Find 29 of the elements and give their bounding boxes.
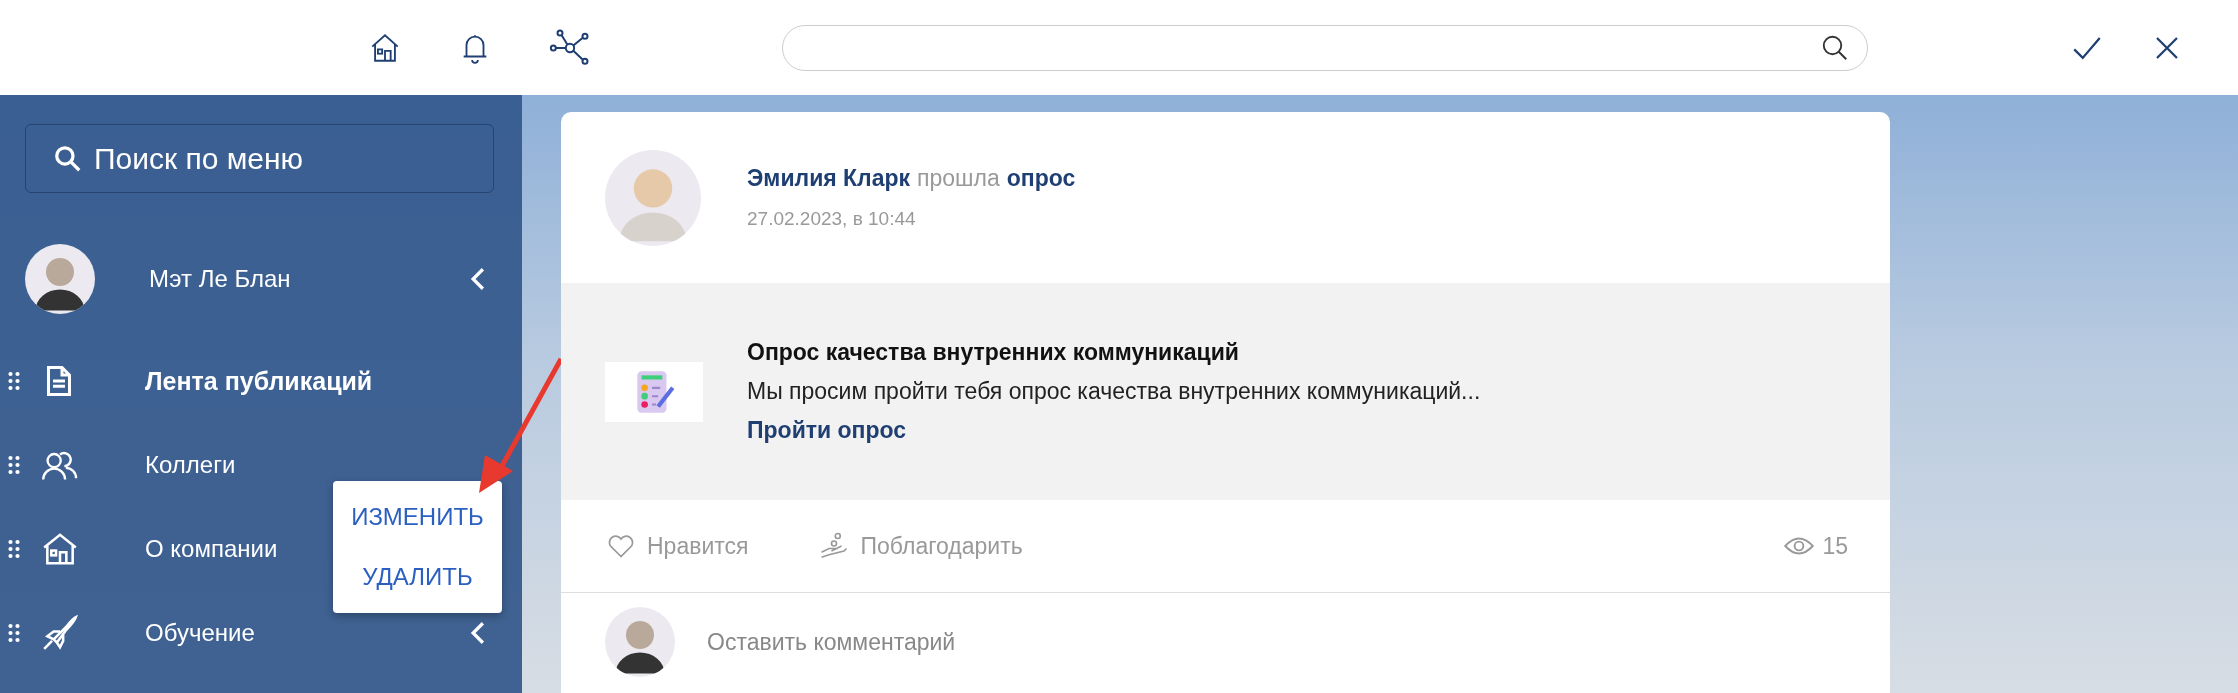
menu-item[interactable]: Обучение [145, 619, 255, 647]
eye-icon [1784, 535, 1815, 557]
author-link[interactable]: Эмилия Кларк [747, 165, 911, 192]
chevron-left-icon[interactable] [469, 266, 487, 292]
drag-handle-icon[interactable] [7, 454, 21, 476]
take-survey-link[interactable]: Пройти опрос [747, 417, 1481, 444]
survey-icon [605, 361, 703, 422]
rocket-icon [41, 614, 79, 652]
hand-icon [818, 532, 849, 560]
menu-item[interactable]: Лента публикаций [145, 366, 373, 396]
menu-item[interactable]: О компании [145, 535, 278, 563]
view-count: 15 [1822, 532, 1848, 560]
profile-name[interactable]: Мэт Ле Блан [149, 265, 291, 293]
survey-title: Опрос качества внутренних коммуникаций [747, 339, 1240, 366]
drag-handle-icon[interactable] [7, 370, 21, 392]
chevron-left-icon[interactable] [469, 620, 487, 646]
context-menu-item[interactable]: ИЗМЕНИТЬ [333, 487, 502, 547]
drag-handle-icon[interactable] [7, 538, 21, 560]
drag-handle-icon[interactable] [7, 622, 21, 644]
menu-item[interactable]: Коллеги [145, 451, 236, 479]
context-menu-item[interactable]: УДАЛИТЬ [333, 547, 502, 607]
survey-description: Мы просим пройти тебя опрос качества внутренних коммуникаций... [747, 378, 1481, 405]
search-field[interactable] [782, 24, 1868, 71]
survey-link[interactable]: опрос [1006, 165, 1076, 192]
action-text: прошла [917, 165, 1000, 192]
post-date: 27.02.2023, в 10:44 [747, 208, 917, 230]
menu-search-field[interactable]: Поиск по меню [25, 124, 494, 193]
heart-icon [607, 533, 635, 559]
search-icon [53, 144, 83, 174]
